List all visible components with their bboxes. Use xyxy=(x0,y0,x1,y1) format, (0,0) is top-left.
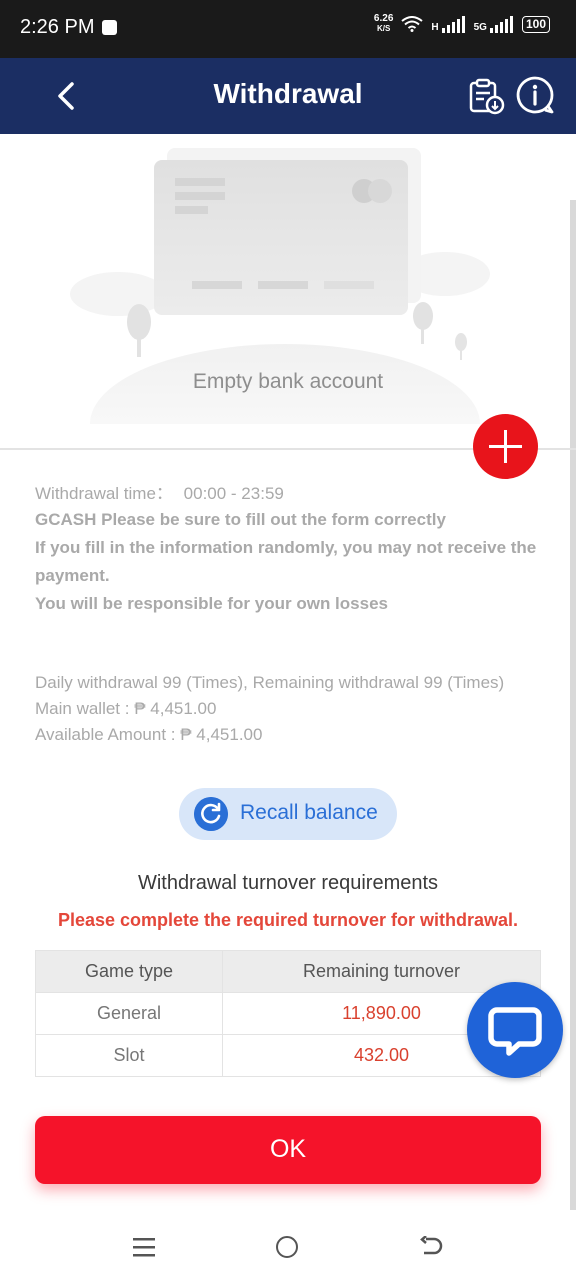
signal-h: H xyxy=(431,15,465,33)
ok-label: OK xyxy=(269,1135,307,1163)
network-5g-label: 5G xyxy=(473,22,487,33)
wifi-icon xyxy=(401,16,424,32)
back-nav-icon[interactable] xyxy=(420,1236,444,1258)
add-bank-button[interactable] xyxy=(473,414,538,479)
status-indicators: 6.26 K/S H 5G 100 xyxy=(374,14,550,34)
signal-5g: 5G xyxy=(474,15,514,33)
notice-text: GCASH Please be sure to fill out the for… xyxy=(35,506,545,618)
notice-line-1: GCASH Please be sure to fill out the for… xyxy=(35,510,446,529)
withdrawal-time-value: 00:00 - 23:59 xyxy=(183,484,284,503)
column-header: Game type xyxy=(35,950,223,993)
speed-unit: K/S xyxy=(376,24,391,33)
battery-icon: 100 xyxy=(521,15,550,33)
table-row: Slot 432.00 xyxy=(35,1034,541,1077)
refresh-icon xyxy=(194,797,228,831)
speed-value: 6.26 xyxy=(373,13,394,24)
live-chat-button[interactable] xyxy=(467,982,563,1078)
withdrawal-time: Withdrawal time： 00:00 - 23:59 xyxy=(35,480,545,507)
game-type-cell: General xyxy=(35,992,223,1035)
recent-apps-icon[interactable] xyxy=(133,1237,155,1257)
notification-icon xyxy=(102,20,117,35)
home-icon[interactable] xyxy=(276,1236,298,1258)
chat-bubble-icon xyxy=(488,1007,542,1056)
main-wallet: Main wallet : ₱ 4,451.00 xyxy=(35,699,217,718)
notice-line-3: You will be responsible for your own los… xyxy=(35,594,388,613)
withdrawal-time-label: Withdrawal time： xyxy=(35,484,173,503)
signal-icon xyxy=(441,16,465,33)
status-bar: 2:26 PM 6.26 K/S H 5G 100 xyxy=(0,0,576,58)
wallet-info: Daily withdrawal 99 (Times), Remaining w… xyxy=(35,670,545,748)
turnover-title: Withdrawal turnover requirements xyxy=(137,872,439,894)
signal-5g-icon xyxy=(489,16,513,33)
status-time: 2:26 PM xyxy=(20,16,95,38)
ok-button[interactable]: OK xyxy=(35,1116,541,1184)
recall-balance-button[interactable]: Recall balance xyxy=(179,788,397,840)
clipboard-download-icon[interactable] xyxy=(466,76,506,116)
turnover-warning: Please complete the required turnover fo… xyxy=(57,910,519,930)
app-header: Withdrawal xyxy=(0,58,576,134)
system-nav-bar xyxy=(0,1210,576,1280)
turnover-table: Game type Remaining turnover General 11,… xyxy=(35,950,541,1077)
empty-bank-label: Empty bank account xyxy=(192,370,384,393)
table-row: General 11,890.00 xyxy=(35,992,541,1035)
table-header-row: Game type Remaining turnover xyxy=(35,950,541,993)
game-type-cell: Slot xyxy=(35,1034,223,1077)
recall-balance-label: Recall balance xyxy=(240,801,378,824)
network-speed: 6.26 K/S xyxy=(374,14,393,34)
daily-limit: Daily withdrawal 99 (Times), Remaining w… xyxy=(35,673,505,692)
info-bubble-icon[interactable] xyxy=(514,74,556,116)
available-amount: Available Amount : ₱ 4,451.00 xyxy=(35,725,263,744)
network-h-label: H xyxy=(431,22,439,33)
notice-line-2: If you fill in the information randomly,… xyxy=(35,538,537,585)
